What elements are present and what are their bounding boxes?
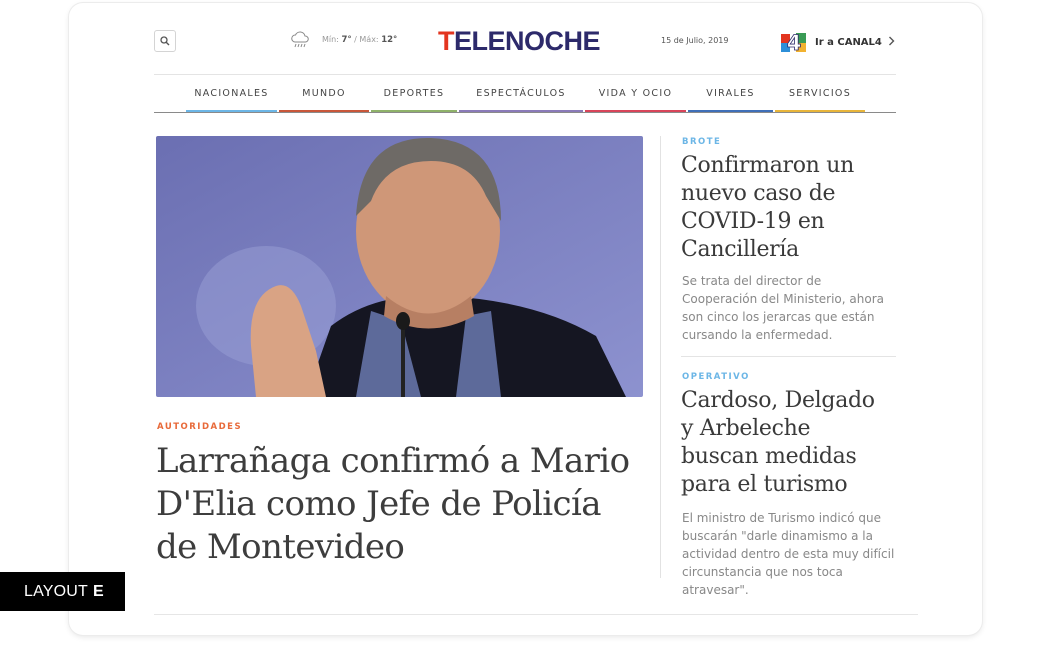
side-story-kicker[interactable]: BROTE bbox=[682, 137, 721, 147]
chevron-right-icon[interactable] bbox=[888, 36, 895, 46]
nav-top-divider bbox=[154, 74, 896, 75]
weather-text: Mín: 7° / Máx: 12° bbox=[322, 35, 398, 45]
nav-bottom-divider bbox=[154, 112, 896, 113]
canal4-link[interactable]: 4 Ir a CANAL4 bbox=[781, 31, 882, 53]
layout-badge: LAYOUT E bbox=[0, 572, 125, 611]
bottom-divider bbox=[154, 614, 918, 615]
canal4-label: Ir a CANAL4 bbox=[815, 36, 882, 48]
side-story-headline[interactable]: Confirmaron un nuevo caso de COVID-19 en… bbox=[681, 152, 891, 264]
nav-item-nacionales[interactable]: NACIONALES bbox=[186, 88, 277, 112]
layout-badge-prefix: LAYOUT bbox=[24, 582, 89, 600]
logo-text: ELENOCHE bbox=[454, 26, 601, 56]
main-story-image[interactable] bbox=[156, 136, 643, 397]
nav-item-vida-y-ocio[interactable]: VIDA Y OCIO bbox=[585, 88, 686, 112]
side-story-summary: El ministro de Turismo indicó que buscar… bbox=[682, 511, 895, 597]
side-story-divider bbox=[681, 356, 896, 357]
nav-item-servicios[interactable]: SERVICIOS bbox=[775, 88, 865, 112]
side-story-kicker[interactable]: OPERATIVO bbox=[682, 372, 750, 382]
svg-text:4: 4 bbox=[787, 31, 802, 53]
side-story-headline[interactable]: Cardoso, Delgado y Arbeleche buscan medi… bbox=[681, 387, 891, 499]
search-icon bbox=[160, 36, 170, 46]
search-button[interactable] bbox=[154, 30, 176, 52]
nav-item-deportes[interactable]: DEPORTES bbox=[371, 88, 457, 112]
nav-item-mundo[interactable]: MUNDO bbox=[279, 88, 369, 112]
main-story-headline[interactable]: Larrañaga confirmó a Mario D'Elia como J… bbox=[156, 440, 646, 569]
site-logo[interactable]: TELENOCHE bbox=[438, 26, 601, 56]
side-story-summary: Se trata del director de Cooperación del… bbox=[682, 274, 884, 342]
main-story-kicker[interactable]: AUTORIDADES bbox=[157, 422, 242, 432]
nav-item-espectaculos[interactable]: ESPECTÁCULOS bbox=[459, 88, 583, 112]
logo-initial: T bbox=[438, 26, 455, 56]
nav-item-virales[interactable]: VIRALES bbox=[688, 88, 773, 112]
layout-badge-letter: E bbox=[93, 582, 104, 600]
cloud-rain-icon bbox=[291, 31, 309, 48]
canal4-logo-icon: 4 bbox=[781, 31, 806, 53]
current-date: 15 de Julio, 2019 bbox=[661, 36, 729, 45]
column-divider bbox=[660, 136, 661, 578]
weather-widget: Mín: 7° / Máx: 12° bbox=[290, 31, 397, 49]
